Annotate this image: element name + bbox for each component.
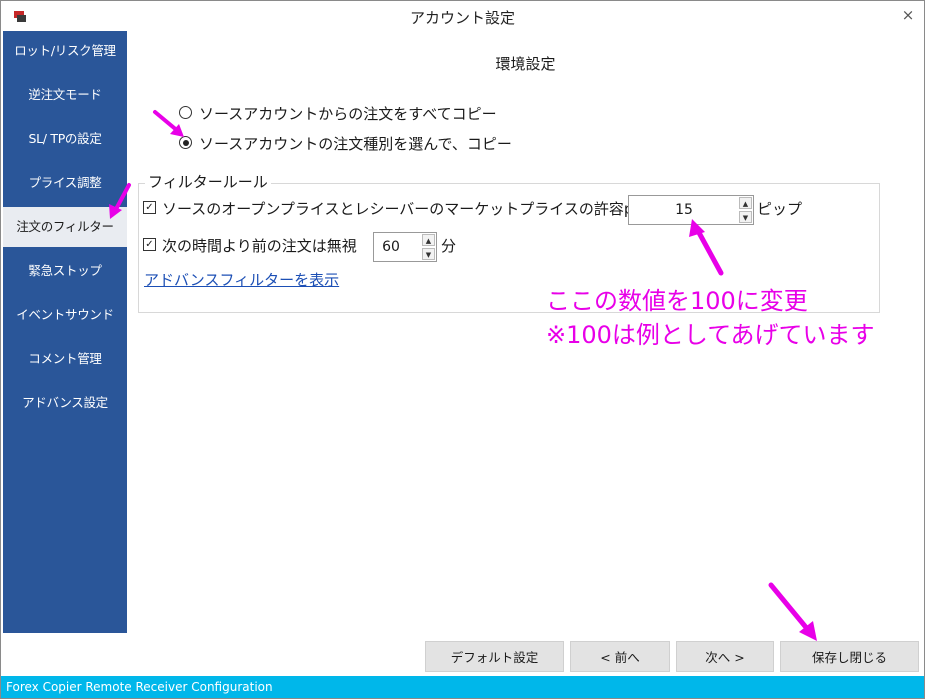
rule-ignore-older[interactable]: ✓ 次の時間より前の注文は無視 (143, 235, 357, 257)
rule-pips-diff[interactable]: ✓ ソースのオープンプライスとレシーバーのマーケットプライスの許容pips差 (143, 198, 670, 220)
default-settings-button[interactable]: デフォルト設定 (425, 641, 564, 672)
sidebar-item-lot-risk[interactable]: ロット/リスク管理 (3, 31, 127, 71)
sidebar-item-emergency-stop[interactable]: 緊急ストップ (3, 251, 127, 291)
minutes-spinner[interactable]: 60 ▲ ▼ (373, 232, 437, 262)
sidebar-item-reverse-order[interactable]: 逆注文モード (3, 75, 127, 115)
page-title: 環境設定 (495, 55, 556, 73)
status-bar: Forex Copier Remote Receiver Configurati… (1, 676, 924, 698)
rule-ignore-label: 次の時間より前の注文は無視 (162, 237, 357, 255)
pips-unit: ピップ (757, 200, 803, 218)
sidebar-item-sl-tp[interactable]: SL/ TPの設定 (3, 119, 127, 159)
annotation-arrow-spinner (689, 219, 724, 276)
spinner-buttons: ▲ ▼ (739, 197, 752, 223)
spin-down-icon[interactable]: ▼ (739, 211, 752, 223)
radio-copy-selected[interactable]: ソースアカウントの注文種別を選んで、コピー (179, 133, 512, 155)
annotation-arrow-save (768, 582, 817, 641)
close-icon[interactable]: × (898, 5, 918, 25)
checkbox-checked[interactable]: ✓ (143, 238, 156, 251)
title-bar: アカウント設定 × (1, 1, 924, 31)
radio-label: ソースアカウントからの注文をすべてコピー (199, 105, 497, 123)
next-button[interactable]: 次へ > (676, 641, 774, 672)
sidebar-item-comment[interactable]: コメント管理 (3, 339, 127, 379)
sidebar-item-event-sound[interactable]: イベントサウンド (3, 295, 127, 335)
window-title: アカウント設定 (409, 9, 515, 27)
annotation-arrow-radio (153, 110, 184, 137)
prev-button[interactable]: < 前へ (570, 641, 670, 672)
annotation-line-1: ここの数値を100に変更 (546, 287, 808, 315)
spinner-buttons: ▲ ▼ (422, 234, 435, 260)
account-settings-window: アカウント設定 × ロット/リスク管理 逆注文モード SL/ TPの設定 プライ… (0, 0, 925, 699)
sidebar: ロット/リスク管理 逆注文モード SL/ TPの設定 プライス調整 注文のフィル… (3, 31, 127, 633)
spin-up-icon[interactable]: ▲ (739, 197, 752, 209)
minutes-unit: 分 (441, 237, 457, 255)
checkbox-checked[interactable]: ✓ (143, 201, 156, 214)
filter-rules-legend: フィルタールール (145, 173, 271, 191)
radio-copy-all[interactable]: ソースアカウントからの注文をすべてコピー (179, 103, 497, 125)
radio-label: ソースアカウントの注文種別を選んで、コピー (199, 135, 512, 153)
annotation-arrow-sidebar (109, 183, 131, 219)
minutes-value[interactable]: 60 (374, 233, 406, 261)
rule-pips-label: ソースのオープンプライスとレシーバーのマーケットプライスの許容pips差 (162, 200, 670, 218)
sidebar-item-advanced[interactable]: アドバンス設定 (3, 383, 127, 423)
save-close-button[interactable]: 保存し閉じる (780, 641, 919, 672)
spin-down-icon[interactable]: ▼ (422, 248, 435, 260)
annotation-line-2: ※100は例としてあげています (546, 321, 875, 349)
advanced-filter-link[interactable]: アドバンスフィルターを表示 (144, 269, 339, 290)
spin-up-icon[interactable]: ▲ (422, 234, 435, 246)
